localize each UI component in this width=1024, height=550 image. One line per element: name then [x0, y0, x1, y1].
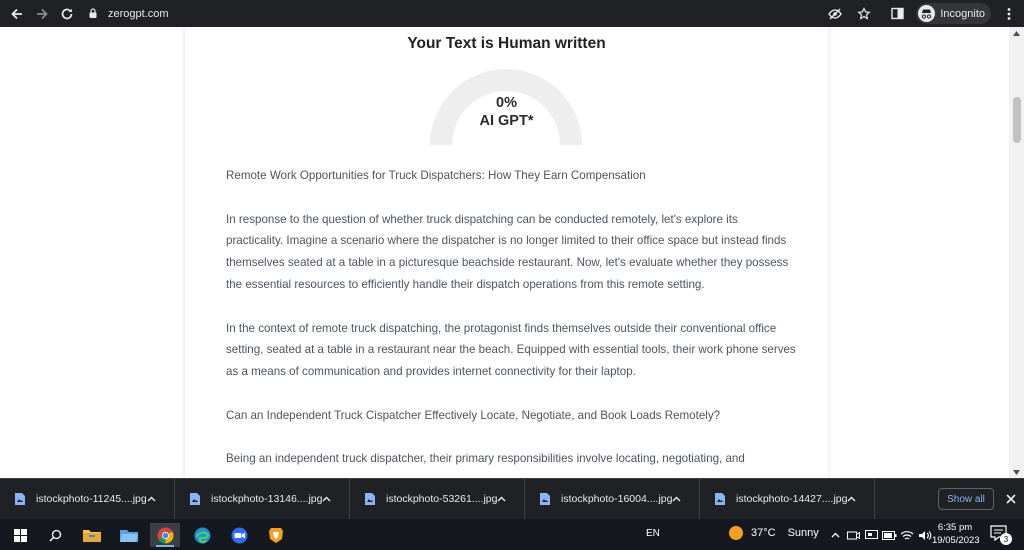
windows-start-icon: [13, 528, 27, 542]
article-subheading: Can an Independent Truck Cispatcher Effe…: [226, 408, 721, 422]
sun-icon: [729, 526, 743, 540]
display-icon: [864, 529, 878, 539]
page-viewport: Your Text is Human written 0% AI GPT* Re…: [0, 27, 1024, 478]
reload-button[interactable]: [56, 3, 78, 25]
download-filename: istockphoto-16004....jpg: [561, 493, 673, 505]
folder-app-icon: [120, 529, 138, 542]
tray-camera-button[interactable]: [844, 526, 862, 544]
scroll-up-arrow[interactable]: [1009, 27, 1024, 39]
taskbar-folder-app[interactable]: [114, 523, 144, 547]
edge-icon: [194, 527, 210, 543]
side-panel-button[interactable]: [886, 3, 908, 25]
download-filename: istockphoto-53261....jpg: [386, 493, 498, 505]
taskbar-edge[interactable]: [187, 523, 217, 547]
download-filename: istockphoto-14427....jpg: [736, 493, 848, 505]
eye-off-icon: [828, 8, 843, 19]
input-language[interactable]: EN: [646, 528, 660, 539]
ai-percent: 0%: [496, 95, 517, 111]
star-icon: [857, 6, 872, 20]
taskbar-file-explorer[interactable]: [77, 523, 107, 547]
camera-icon: [846, 531, 860, 539]
chevron-up-icon[interactable]: [144, 492, 158, 506]
clock-date: 19/05/2023: [932, 535, 980, 546]
system-tray: [826, 525, 934, 545]
image-file-icon: [15, 493, 25, 505]
tray-battery-button[interactable]: [880, 526, 898, 544]
notification-center-button[interactable]: 3: [990, 525, 1012, 545]
taskbar-brave[interactable]: [261, 523, 291, 547]
arrow-right-icon: [37, 8, 48, 19]
taskbar-zoom[interactable]: [224, 523, 254, 547]
forward-button[interactable]: [31, 3, 53, 25]
taskbar-chrome[interactable]: [150, 523, 180, 547]
article-heading: Remote Work Opportunities for Truck Disp…: [226, 169, 646, 182]
chrome-menu-button[interactable]: [998, 3, 1020, 25]
url-text: zerogpt.com: [108, 7, 169, 20]
incognito-icon: [918, 5, 936, 22]
download-item[interactable]: istockphoto-53261....jpg: [350, 478, 525, 520]
weather-condition: Sunny: [787, 527, 819, 539]
windows-taskbar: EN 37°C Sunny 6:35 pm 19/05/2023 3: [0, 519, 1024, 550]
side-panel-icon: [891, 7, 904, 20]
search-icon: [49, 529, 61, 541]
show-all-downloads-button[interactable]: Show all: [938, 488, 994, 510]
scroll-down-arrow[interactable]: [1009, 466, 1024, 478]
tracking-protection-button[interactable]: [824, 3, 846, 25]
download-item[interactable]: istockphoto-11245....jpg: [0, 478, 175, 520]
result-title: Your Text is Human written: [407, 35, 606, 52]
address-bar[interactable]: zerogpt.com: [82, 3, 902, 24]
chrome-icon: [157, 527, 173, 543]
tray-display-button[interactable]: [862, 526, 880, 544]
chevron-up-icon[interactable]: [669, 492, 683, 506]
file-explorer-icon: [83, 530, 101, 542]
download-item[interactable]: istockphoto-13146....jpg: [175, 478, 350, 520]
image-file-icon: [540, 493, 550, 505]
download-item[interactable]: istockphoto-16004....jpg: [525, 478, 700, 520]
analyzed-text: Remote Work Opportunities for Truck Disp…: [226, 165, 796, 478]
scroll-thumb[interactable]: [1013, 97, 1021, 143]
chevron-up-icon: [831, 532, 839, 538]
browser-toolbar: zerogpt.com Incognito: [0, 0, 1024, 27]
article-paragraph: In response to the question of whether t…: [226, 212, 789, 291]
back-button[interactable]: [6, 3, 28, 25]
image-file-icon: [715, 493, 725, 505]
tray-overflow-button[interactable]: [826, 526, 844, 544]
lock-icon: [89, 8, 97, 18]
result-card: Your Text is Human written 0% AI GPT* Re…: [185, 27, 828, 478]
windows-start-button[interactable]: [5, 523, 35, 547]
chevron-up-icon[interactable]: [319, 492, 333, 506]
weather-temperature: 37°C: [751, 527, 776, 539]
volume-icon: [919, 530, 932, 540]
chevron-up-icon[interactable]: [844, 492, 858, 506]
image-file-icon: [365, 493, 375, 505]
ai-gauge-label: AI GPT*: [479, 113, 534, 129]
arrow-left-icon: [11, 8, 22, 19]
download-item[interactable]: istockphoto-14427....jpg: [700, 478, 875, 520]
image-file-icon: [190, 493, 200, 505]
wifi-icon: [900, 530, 914, 540]
close-downloads-button[interactable]: [1003, 491, 1019, 507]
taskbar-search-button[interactable]: [40, 523, 70, 547]
weather-widget[interactable]: 37°C Sunny: [729, 526, 819, 540]
brave-icon: [269, 527, 283, 543]
more-vert-icon: [1007, 7, 1011, 20]
taskbar-clock[interactable]: 6:35 pm 19/05/2023: [932, 522, 980, 547]
downloads-bar: istockphoto-11245....jpg istockphoto-131…: [0, 478, 1024, 520]
incognito-label: Incognito: [940, 7, 985, 20]
article-paragraph: In the context of remote truck dispatchi…: [226, 321, 796, 379]
notification-badge: 3: [1000, 533, 1012, 545]
download-filename: istockphoto-11245....jpg: [36, 493, 147, 505]
download-filename: istockphoto-13146....jpg: [211, 493, 323, 505]
clock-time: 6:35 pm: [937, 522, 973, 533]
close-icon: [1006, 494, 1016, 504]
incognito-profile-chip[interactable]: Incognito: [916, 3, 991, 24]
reload-icon: [61, 8, 73, 19]
bookmark-button[interactable]: [853, 3, 875, 25]
article-paragraph: Being an independent truck dispatcher, t…: [226, 452, 745, 466]
zoom-icon: [231, 527, 247, 543]
battery-icon: [881, 530, 896, 540]
tray-wifi-button[interactable]: [898, 526, 916, 544]
chevron-up-icon[interactable]: [494, 492, 508, 506]
page-scrollbar[interactable]: [1009, 27, 1024, 478]
